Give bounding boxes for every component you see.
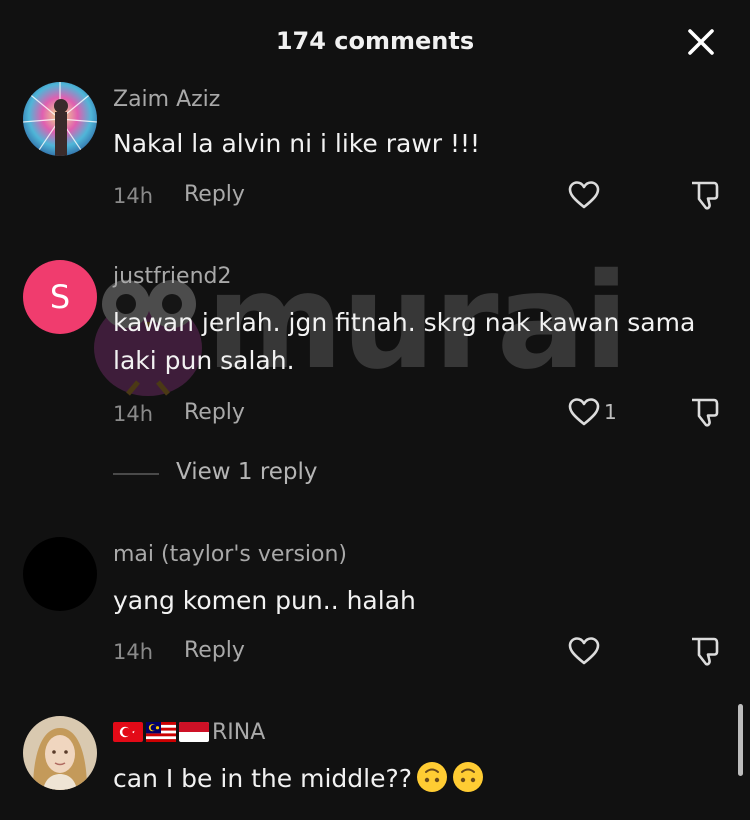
turkey-flag-icon: [113, 722, 143, 742]
indonesia-flag-icon: [179, 722, 209, 742]
comment-text: kawan jerlah. jgn fitnah. skrg nak kawan…: [113, 308, 696, 375]
avatar[interactable]: [23, 537, 97, 611]
upside-down-face-icon: [417, 762, 447, 792]
comments-count-title: 174 comments: [275, 27, 475, 55]
malaysia-flag-icon: [146, 722, 176, 742]
comment-username[interactable]: mai (taylor's version): [113, 542, 347, 567]
comment-username-text: RINA: [212, 720, 266, 745]
reply-button[interactable]: Reply: [184, 182, 245, 207]
comment-text: Nakal la alvin ni i like rawr !!!: [113, 129, 481, 158]
comment-timestamp: 14h: [113, 640, 154, 664]
replies-divider: [113, 473, 159, 475]
dislike-icon[interactable]: [686, 633, 722, 669]
comment-text: yang komen pun.. halah: [113, 586, 416, 615]
like-heart-icon[interactable]: [566, 633, 602, 669]
comment-text-content: can I be in the middle??: [113, 764, 412, 793]
comments-header: 174 comments: [0, 0, 750, 84]
comment-text: can I be in the middle??: [113, 760, 713, 798]
scrollbar[interactable]: [738, 704, 743, 776]
like-heart-icon[interactable]: [566, 177, 602, 213]
avatar[interactable]: S: [23, 260, 97, 334]
close-icon[interactable]: [685, 26, 717, 58]
reply-button[interactable]: Reply: [184, 638, 245, 663]
upside-down-face-icon: [453, 762, 483, 792]
reply-button[interactable]: Reply: [184, 400, 245, 425]
view-replies-label: View 1 reply: [176, 459, 318, 485]
comment-timestamp: 14h: [113, 402, 154, 426]
comment-username[interactable]: justfriend2: [113, 264, 232, 289]
like-count: 1: [604, 400, 617, 424]
avatar[interactable]: [23, 82, 97, 156]
comment-timestamp: 14h: [113, 184, 154, 208]
dislike-icon[interactable]: [686, 394, 722, 430]
avatar[interactable]: [23, 716, 97, 790]
dislike-icon[interactable]: [686, 177, 722, 213]
like-heart-icon[interactable]: [566, 394, 602, 430]
comment-username[interactable]: RINA: [113, 720, 265, 745]
comment-username[interactable]: Zaim Aziz: [113, 87, 220, 112]
